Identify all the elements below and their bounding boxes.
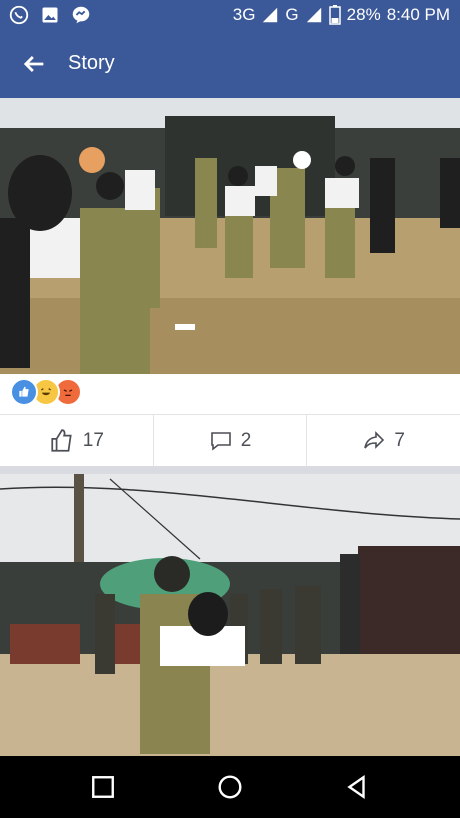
like-count: 17 — [82, 430, 104, 451]
network-type: 3G — [232, 5, 256, 24]
status-bar: 3G G 28% 8:40 PM — [0, 0, 460, 30]
like-reaction-icon — [10, 378, 38, 406]
post-actions: 17 2 7 — [0, 414, 460, 468]
carrier-signal-label: G — [285, 5, 299, 24]
notification-icons — [8, 4, 92, 26]
battery-icon — [328, 5, 341, 25]
back-icon[interactable] — [344, 774, 370, 800]
like-button[interactable]: 17 — [0, 415, 154, 467]
thumbs-up-icon — [51, 429, 72, 452]
story-photo-1[interactable] — [0, 98, 460, 374]
image-icon — [42, 7, 58, 23]
app-bar: Story — [0, 30, 460, 98]
clock: 8:40 PM — [386, 5, 450, 24]
comment-icon — [210, 432, 231, 451]
photo-carry-scene — [0, 474, 460, 756]
page-title: Story — [68, 52, 115, 74]
share-button[interactable]: 7 — [307, 415, 460, 467]
whatsapp-icon — [9, 5, 29, 25]
battery-percent: 28% — [346, 5, 381, 24]
photo-crowd-scene — [0, 98, 460, 374]
reaction-summary[interactable] — [10, 378, 82, 406]
share-count: 7 — [394, 430, 405, 451]
post-divider — [0, 466, 460, 474]
story-photo-2[interactable] — [0, 474, 460, 756]
recent-apps-icon[interactable] — [90, 774, 116, 800]
signal-icon — [263, 7, 278, 23]
home-icon[interactable] — [217, 774, 243, 800]
signal-icon-2 — [306, 7, 321, 23]
status-indicators: 3G G 28% 8:40 PM — [233, 5, 450, 25]
messenger-icon — [72, 6, 90, 24]
comment-button[interactable]: 2 — [154, 415, 308, 467]
share-icon — [364, 431, 385, 449]
arrow-left-icon[interactable] — [20, 50, 48, 78]
comment-count: 2 — [240, 430, 252, 451]
android-nav-bar — [0, 756, 460, 818]
